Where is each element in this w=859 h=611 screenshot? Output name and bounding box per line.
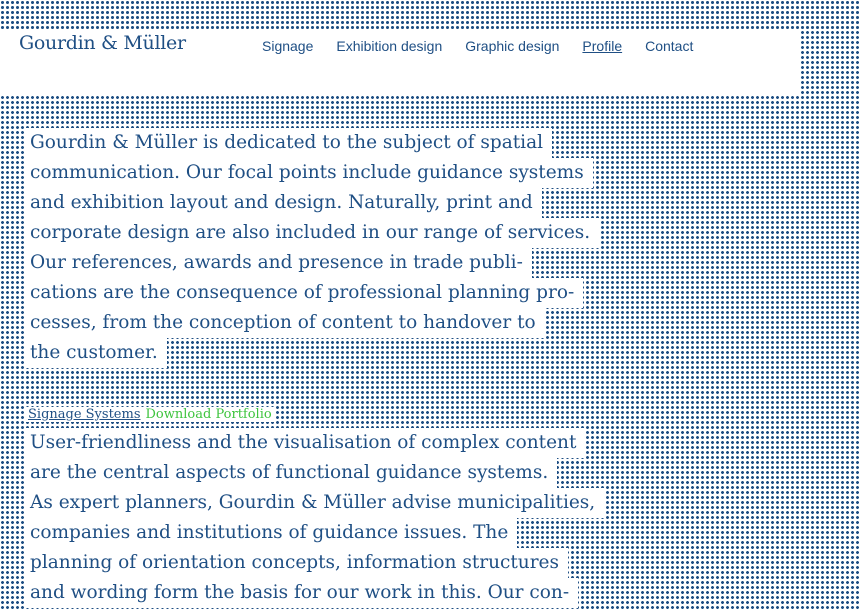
logo[interactable]: Gourdin & Müller <box>17 32 188 54</box>
nav-graphic-design[interactable]: Graphic design <box>465 38 559 54</box>
signage-line: planning of orientation concepts, inform… <box>24 548 569 578</box>
nav-exhibition-design[interactable]: Exhibition design <box>336 38 442 54</box>
nav-profile[interactable]: Profile <box>582 38 622 54</box>
nav-contact[interactable]: Contact <box>645 38 693 54</box>
main-nav: Signage Exhibition design Graphic design… <box>262 38 716 54</box>
nav-signage[interactable]: Signage <box>262 38 313 54</box>
intro-line: Gourdin & Müller is dedicated to the sub… <box>24 128 553 158</box>
signage-line: companies and institutions of guidance i… <box>24 518 518 548</box>
signage-line: are the central aspects of functional gu… <box>24 458 558 488</box>
signage-section-links: Signage Systems Download Portfolio <box>24 407 276 422</box>
signage-systems-link[interactable]: Signage Systems <box>28 407 141 422</box>
download-portfolio-link[interactable]: Download Portfolio <box>146 407 272 422</box>
intro-line: the customer. <box>24 338 167 368</box>
intro-line: cesses, from the conception of content t… <box>24 308 545 338</box>
signage-text: User-friendliness and the visualisation … <box>24 428 605 608</box>
signage-line: and wording form the basis for our work … <box>24 578 579 608</box>
intro-line: communication. Our focal points include … <box>24 158 593 188</box>
intro-line: cations are the consequence of professio… <box>24 278 584 308</box>
intro-text: Gourdin & Müller is dedicated to the sub… <box>24 128 600 368</box>
intro-line: and exhibition layout and design. Natura… <box>24 188 542 218</box>
intro-line: Our references, awards and presence in t… <box>24 248 532 278</box>
intro-line: corporate design are also included in ou… <box>24 218 600 248</box>
dot-pattern-strip <box>0 0 859 30</box>
signage-line: User-friendliness and the visualisation … <box>24 428 586 458</box>
signage-line: As expert planners, Gourdin & Müller adv… <box>24 488 605 518</box>
